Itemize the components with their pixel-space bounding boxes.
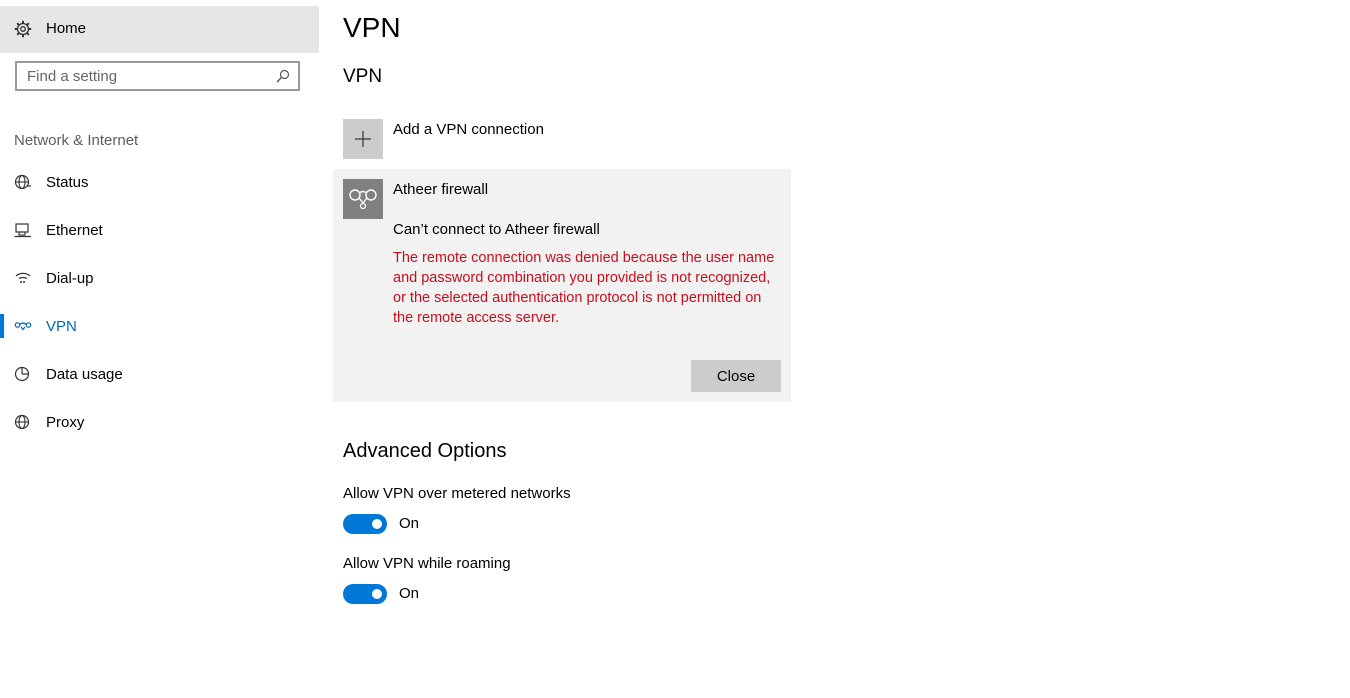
search-icon[interactable] (276, 69, 290, 83)
page-title: VPN (343, 12, 401, 43)
globe-icon (14, 414, 30, 430)
roaming-toggle[interactable] (343, 584, 387, 604)
search-box (15, 61, 300, 91)
vpn-connection-name: Atheer firewall (393, 181, 489, 198)
advanced-options-heading: Advanced Options (343, 440, 507, 462)
home-label: Home (46, 20, 87, 37)
search-input[interactable] (17, 63, 282, 89)
home-button[interactable]: Home (0, 6, 319, 53)
plus-icon (355, 131, 371, 147)
sidebar-item-status[interactable]: Status (0, 162, 319, 202)
vpn-error-message: The remote connection was denied because… (393, 250, 775, 326)
data-usage-icon (14, 366, 30, 382)
sidebar-item-label: Status (46, 174, 89, 191)
status-globe-icon (14, 174, 31, 190)
sidebar-item-vpn[interactable]: VPN (0, 306, 319, 346)
close-button[interactable]: Close (691, 360, 781, 392)
sidebar-item-ethernet[interactable]: Ethernet (0, 210, 319, 250)
metered-networks-toggle[interactable] (343, 514, 387, 534)
vpn-connection-card[interactable]: Atheer firewall Can’t connect to Atheer … (333, 169, 791, 402)
section-heading: VPN (343, 66, 383, 87)
active-indicator (0, 314, 4, 338)
roaming-label: Allow VPN while roaming (343, 555, 511, 572)
vpn-icon (349, 189, 377, 210)
add-vpn-label[interactable]: Add a VPN connection (393, 121, 544, 138)
gear-icon (14, 20, 32, 38)
vpn-connection-tile (343, 179, 383, 219)
add-vpn-button[interactable] (343, 119, 383, 159)
vpn-connection-status: Can’t connect to Atheer firewall (393, 221, 600, 238)
vpn-icon (14, 322, 32, 331)
sidebar-item-label: Dial-up (46, 270, 94, 287)
dial-up-icon (15, 272, 31, 283)
toggle-knob (372, 589, 382, 599)
sidebar-item-label: Ethernet (46, 222, 103, 239)
sidebar-item-data-usage[interactable]: Data usage (0, 354, 319, 394)
metered-networks-state: On (399, 515, 420, 532)
sidebar-item-label: Data usage (46, 366, 123, 383)
metered-networks-label: Allow VPN over metered networks (343, 485, 571, 502)
toggle-knob (372, 519, 382, 529)
section-title: Network & Internet (14, 132, 139, 149)
sidebar-item-label: VPN (46, 318, 77, 335)
sidebar-item-proxy[interactable]: Proxy (0, 402, 319, 442)
main-content: VPN VPN Add a VPN connection Atheer fire… (333, 0, 1343, 698)
settings-window: Home Network & Internet Status (0, 0, 1350, 698)
sidebar-item-label: Proxy (46, 414, 85, 431)
ethernet-icon (14, 223, 31, 238)
roaming-state: On (399, 585, 420, 602)
sidebar: Home Network & Internet Status (0, 0, 319, 698)
sidebar-item-dial-up[interactable]: Dial-up (0, 258, 319, 298)
